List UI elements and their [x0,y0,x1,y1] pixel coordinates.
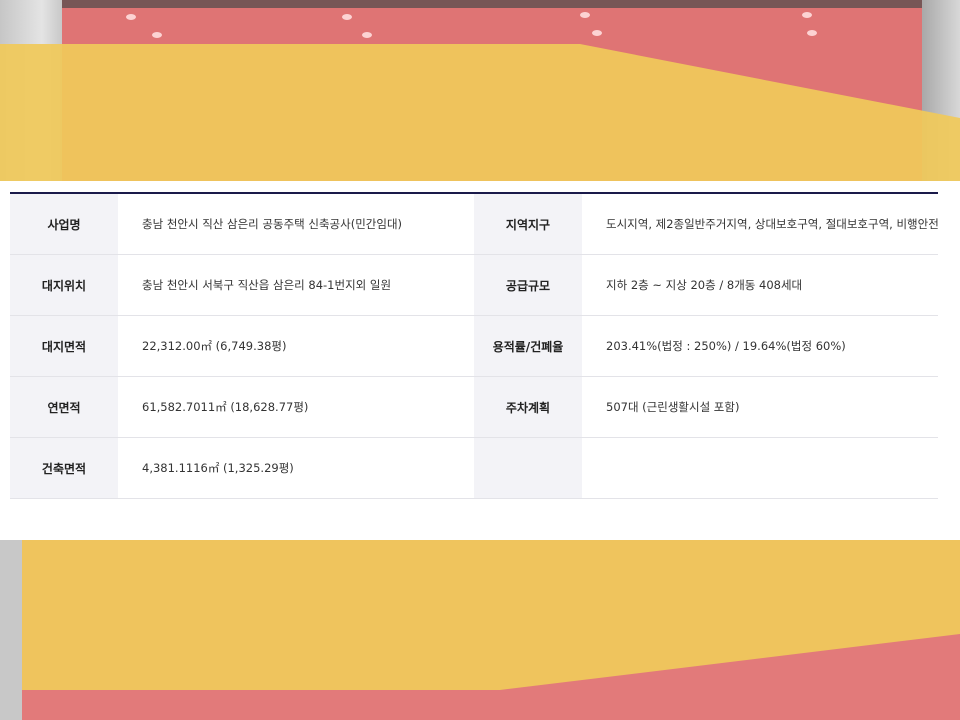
label-floor-area-ratio: 용적률/건폐율 [474,315,582,377]
value-supply-scale: 지하 2층 ~ 지상 20층 / 8개동 408세대 [582,254,938,316]
yellow-overlay-band [22,540,960,690]
value-zoning-district: 도시지역, 제2종일반주거지역, 상대보호구역, 절대보호구역, 비행안전구역 [582,194,938,255]
table-row: 연면적 61,582.7011㎡ (18,628.77평) 주차계획 507대 … [10,376,938,438]
yellow-overlay-band [0,44,960,181]
label-site-location: 대지위치 [10,254,118,316]
value-floor-area-ratio: 203.41%(법정 : 250%) / 19.64%(법정 60%) [582,315,938,377]
table-row: 사업명 충남 천안시 직산 삼은리 공동주택 신축공사(민간임대) 지역지구 도… [10,194,938,255]
value-gross-floor-area: 61,582.7011㎡ (18,628.77평) [118,376,474,438]
label-gross-floor-area: 연면적 [10,376,118,438]
label-empty [474,437,582,499]
value-project-name: 충남 천안시 직산 삼은리 공동주택 신축공사(민간임대) [118,194,474,255]
value-site-location: 충남 천안시 서북구 직산읍 삼은리 84-1번지외 일원 [118,254,474,316]
value-building-area: 4,381.1116㎡ (1,325.29평) [118,437,474,499]
value-parking-plan: 507대 (근린생활시설 포함) [582,376,938,438]
background-photo-bottom [0,540,960,720]
label-parking-plan: 주차계획 [474,376,582,438]
label-building-area: 건축면적 [10,437,118,499]
label-site-area: 대지면적 [10,315,118,377]
label-zoning-district: 지역지구 [474,194,582,255]
value-site-area: 22,312.00㎡ (6,749.38평) [118,315,474,377]
project-info-table: 사업명 충남 천안시 직산 삼은리 공동주택 신축공사(민간임대) 지역지구 도… [10,194,938,499]
project-info-panel: 사업명 충남 천안시 직산 삼은리 공동주택 신축공사(민간임대) 지역지구 도… [10,192,938,499]
value-empty [582,437,938,499]
label-supply-scale: 공급규모 [474,254,582,316]
table-row: 대지위치 충남 천안시 서북구 직산읍 삼은리 84-1번지외 일원 공급규모 … [10,254,938,316]
table-row: 건축면적 4,381.1116㎡ (1,325.29평) [10,437,938,499]
background-photo-top [0,0,960,181]
label-project-name: 사업명 [10,194,118,255]
table-row: 대지면적 22,312.00㎡ (6,749.38평) 용적률/건폐율 203.… [10,315,938,377]
